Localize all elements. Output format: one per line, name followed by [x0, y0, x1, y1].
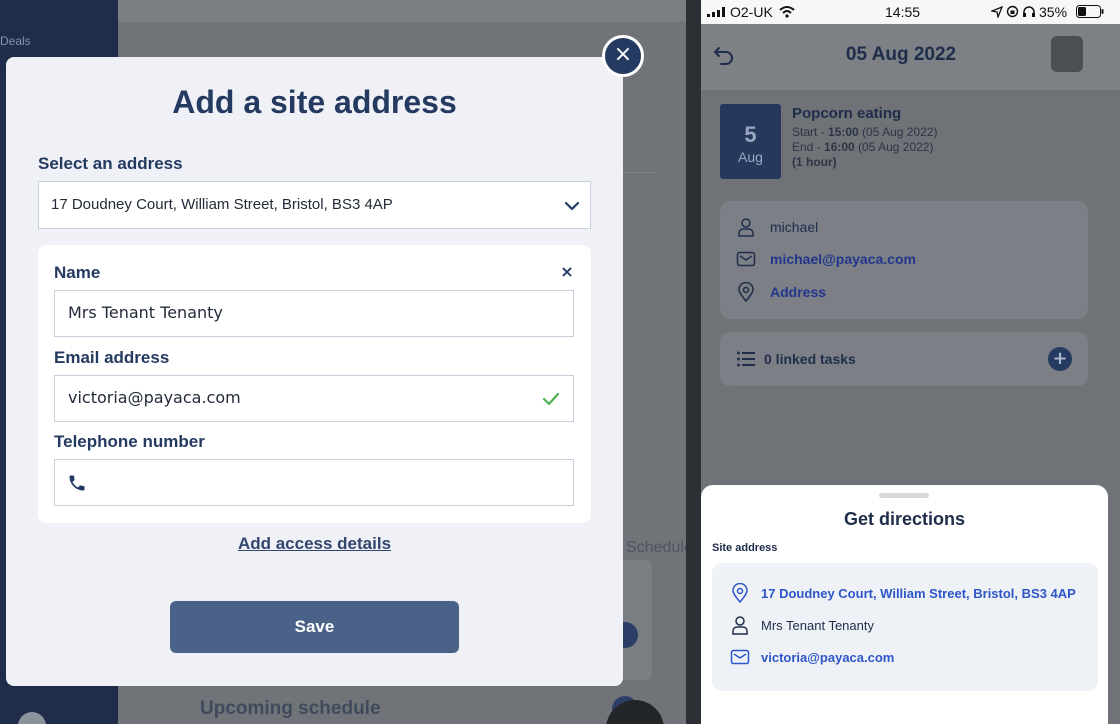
mail-icon: [736, 251, 756, 267]
chevron-down-icon: [564, 201, 580, 211]
person-icon: [738, 218, 754, 237]
event-day: 5: [744, 122, 757, 147]
top-bar: [118, 0, 686, 22]
drag-handle[interactable]: [879, 493, 929, 498]
carrier-name: O2-UK: [730, 4, 773, 20]
avatar: [18, 712, 46, 724]
list-icon: [737, 351, 755, 367]
contact-email: michael@payaca.com: [770, 251, 916, 267]
signal-icon: [707, 7, 725, 17]
upcoming-schedule-heading: Upcoming schedule: [200, 698, 381, 719]
end-time: 16:00: [824, 140, 855, 154]
event-end: End - 16:00 (05 Aug 2022): [792, 140, 933, 154]
email-field[interactable]: victoria@payaca.com: [54, 375, 574, 422]
telephone-field[interactable]: [54, 459, 574, 506]
telephone-label: Telephone number: [54, 432, 205, 451]
check-icon: [542, 392, 560, 406]
get-directions-sheet: Get directions Site address 17 Doudney C…: [701, 485, 1108, 724]
event-month: Aug: [738, 149, 763, 165]
site-address-label: Site address: [712, 542, 778, 554]
save-button[interactable]: Save: [170, 601, 459, 653]
selected-address-value: 17 Doudney Court, William Street, Bristo…: [51, 196, 393, 213]
schedule-heading: Schedule: [626, 539, 686, 556]
battery-percent: 35%: [1039, 4, 1068, 20]
phone-bezel: [686, 0, 701, 724]
sheet-title: Get directions: [843, 509, 966, 529]
contact-address-link: Address: [770, 284, 827, 300]
name-field[interactable]: Mrs Tenant Tenanty: [54, 290, 574, 337]
event-date-badge: 5 Aug: [720, 104, 781, 179]
sidebar-item-deals: Deals: [0, 34, 31, 48]
name-field-value: Mrs Tenant Tenanty: [68, 303, 223, 322]
start-date: (05 Aug 2022): [862, 125, 938, 139]
phone-icon: [69, 475, 85, 491]
clock: 14:55: [885, 4, 921, 20]
add-task-button[interactable]: +: [1048, 347, 1072, 371]
event-start: Start - 15:00 (05 Aug 2022): [792, 125, 937, 139]
lock-rotation-icon: [1006, 5, 1019, 18]
mail-icon: [730, 649, 750, 665]
contact-name: michael: [770, 219, 819, 235]
site-contact-email: victoria@payaca.com: [761, 650, 895, 665]
linked-tasks-card: 0 linked tasks +: [720, 332, 1088, 386]
site-contact-name: Mrs Tenant Tenanty: [761, 618, 874, 633]
wifi-icon: [779, 6, 795, 18]
name-label: Name: [54, 263, 101, 282]
linked-tasks-label: 0 linked tasks: [764, 351, 856, 367]
location-pin-icon: [732, 583, 748, 603]
site-address-value: 17 Doudney Court, William Street, Bristo…: [761, 586, 1076, 601]
phone-header: 05 Aug 2022: [701, 24, 1120, 90]
email-field-value: victoria@payaca.com: [68, 388, 241, 407]
avatar[interactable]: [1051, 36, 1083, 72]
start-time: 15:00: [828, 125, 859, 139]
close-icon[interactable]: ×: [602, 35, 644, 77]
headphones-icon: [1023, 6, 1035, 17]
contact-card: Name × Mrs Tenant Tenanty Email address …: [38, 245, 591, 523]
remove-contact-icon[interactable]: ×: [558, 263, 576, 281]
status-bar: O2-UK 14:55 35%: [701, 0, 1120, 24]
email-label: Email address: [54, 348, 170, 367]
select-address-label: Select an address: [38, 154, 183, 173]
address-select[interactable]: 17 Doudney Court, William Street, Bristo…: [38, 181, 591, 229]
person-icon: [732, 616, 748, 635]
header-date: 05 Aug 2022: [845, 44, 957, 65]
event-duration: (1 hour): [792, 155, 837, 169]
event-title: Popcorn eating: [792, 105, 902, 122]
event-contact-card: michael michael@payaca.com Address: [720, 201, 1088, 319]
end-date: (05 Aug 2022): [858, 140, 934, 154]
location-icon: [991, 6, 1003, 18]
site-address-card: 17 Doudney Court, William Street, Bristo…: [712, 563, 1098, 691]
end-label: End -: [792, 140, 825, 154]
battery-icon: [1076, 5, 1104, 18]
location-pin-icon: [738, 282, 754, 302]
add-site-address-modal: Add a site address Select an address 17 …: [6, 57, 623, 686]
start-label: Start -: [792, 125, 829, 139]
add-access-details-link[interactable]: Add access details: [6, 534, 623, 554]
modal-title: Add a site address: [172, 84, 457, 120]
